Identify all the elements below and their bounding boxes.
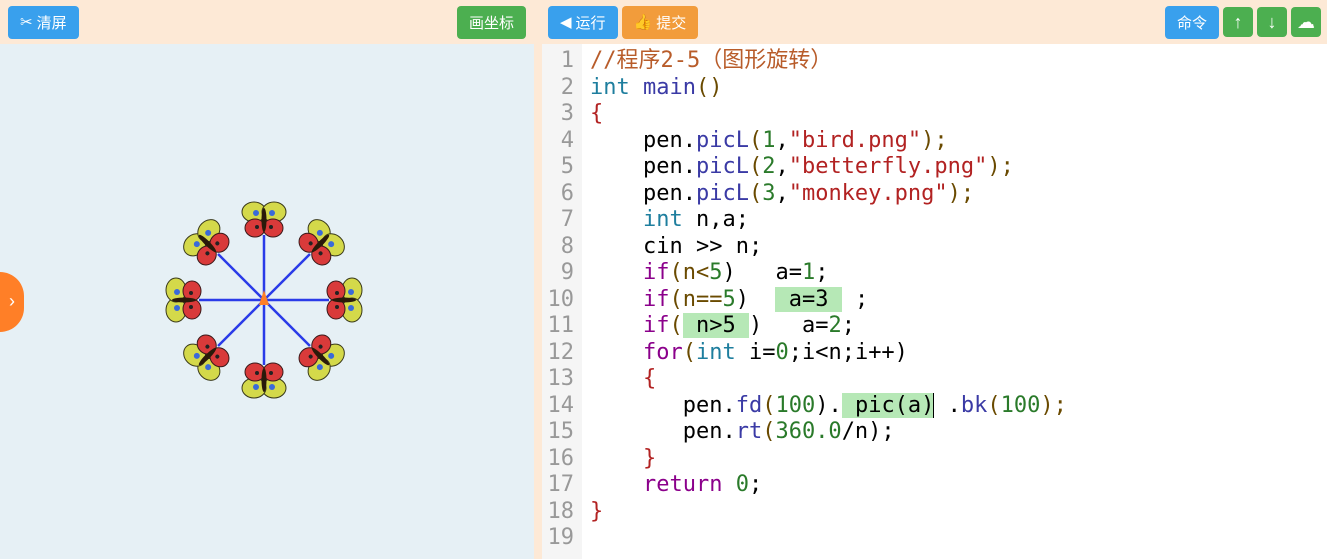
code-line: if( n>5 ) a=2; xyxy=(590,313,1319,340)
cloud-button[interactable]: ☁ xyxy=(1291,7,1321,37)
play-icon: ◀ xyxy=(560,13,572,31)
code-line: int n,a; xyxy=(590,207,1319,234)
canvas-area[interactable]: › xyxy=(0,44,534,559)
code-line: pen.picL(2,"betterfly.png"); xyxy=(590,154,1319,181)
thumbs-up-icon: 👍 xyxy=(634,13,653,31)
arrow-down-icon: ↓ xyxy=(1268,12,1277,33)
code-line: } xyxy=(590,499,1319,526)
code-line: if(n<5) a=1; xyxy=(590,260,1319,287)
right-toolbar: ◀运行 👍提交 命令 ↑ ↓ ☁ xyxy=(542,0,1327,44)
editor-pane: ◀运行 👍提交 命令 ↑ ↓ ☁ 12345678910111213141516… xyxy=(542,0,1327,559)
left-toolbar: ✂清屏 画坐标 xyxy=(0,0,534,44)
code-line: for(int i=0;i<n;i++) xyxy=(590,340,1319,367)
code-line xyxy=(590,525,1319,552)
code-line: pen.fd(100). pic(a) .bk(100); xyxy=(590,393,1319,420)
command-button[interactable]: 命令 xyxy=(1165,6,1219,39)
code-line: //程序2-5（图形旋转） xyxy=(590,48,1319,75)
code-line: pen.picL(3,"monkey.png"); xyxy=(590,181,1319,208)
font-decrease-button[interactable]: ↓ xyxy=(1257,7,1287,37)
code-line: cin >> n; xyxy=(590,234,1319,261)
font-increase-button[interactable]: ↑ xyxy=(1223,7,1253,37)
cloud-icon: ☁ xyxy=(1297,12,1315,33)
code-line: pen.picL(1,"bird.png"); xyxy=(590,128,1319,155)
code-line: } xyxy=(590,446,1319,473)
code-line: { xyxy=(590,366,1319,393)
canvas-pane: ✂清屏 画坐标 › xyxy=(0,0,534,559)
run-label: 运行 xyxy=(576,12,606,33)
submit-label: 提交 xyxy=(656,12,686,33)
run-button[interactable]: ◀运行 xyxy=(548,6,618,39)
line-gutter: 12345678910111213141516171819 xyxy=(542,44,582,559)
code-line: if(n==5) a=3 ; xyxy=(590,287,1319,314)
submit-button[interactable]: 👍提交 xyxy=(622,6,699,39)
code-line: pen.rt(360.0/n); xyxy=(590,419,1319,446)
drawing-canvas xyxy=(0,44,534,558)
code-line: int main() xyxy=(590,75,1319,102)
command-label: 命令 xyxy=(1177,12,1207,33)
pane-divider[interactable] xyxy=(534,0,542,559)
code-editor[interactable]: 12345678910111213141516171819 //程序2-5（图形… xyxy=(542,44,1327,559)
scissors-icon: ✂ xyxy=(20,13,33,31)
code-content[interactable]: //程序2-5（图形旋转） int main() { pen.picL(1,"b… xyxy=(582,44,1327,559)
code-line: { xyxy=(590,101,1319,128)
clear-label: 清屏 xyxy=(37,12,67,33)
axes-label: 画坐标 xyxy=(469,12,514,33)
clear-button[interactable]: ✂清屏 xyxy=(8,6,79,39)
code-line: return 0; xyxy=(590,472,1319,499)
arrow-up-icon: ↑ xyxy=(1234,12,1243,33)
axes-button[interactable]: 画坐标 xyxy=(457,6,526,39)
